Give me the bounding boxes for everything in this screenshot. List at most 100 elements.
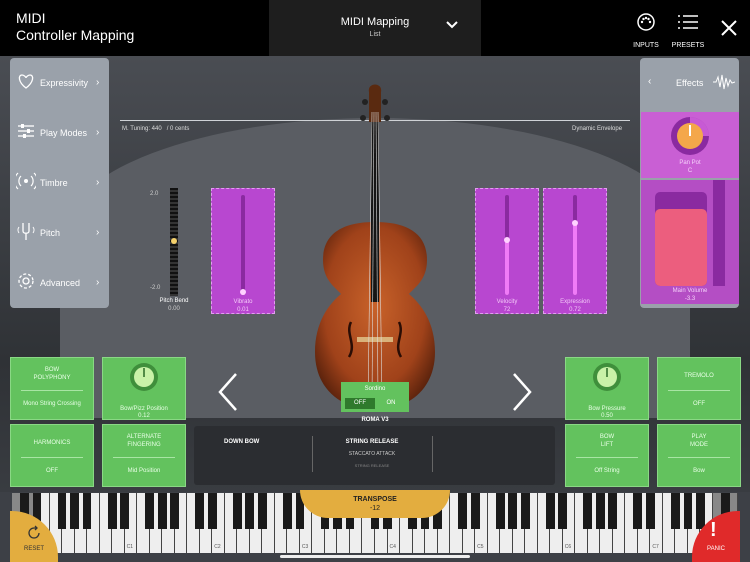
presets-button[interactable]: PRESETS bbox=[668, 12, 708, 49]
black-key[interactable] bbox=[645, 493, 655, 529]
sidebar-item-label: Expressivity bbox=[40, 78, 89, 88]
black-key[interactable] bbox=[70, 493, 79, 529]
sidebar-item-play-modes[interactable]: Play Modes › bbox=[10, 108, 109, 158]
chevron-left-icon[interactable] bbox=[216, 372, 240, 412]
master-tuning[interactable]: M. Tuning: 440 / 0 cents bbox=[122, 126, 189, 132]
black-key[interactable] bbox=[170, 493, 180, 529]
black-key[interactable] bbox=[495, 493, 505, 529]
sordino-off-option[interactable]: OFF bbox=[345, 398, 375, 409]
bow-polyphony-button[interactable]: BOW POLYPHONY Mono String Crossing bbox=[10, 357, 94, 420]
black-key[interactable] bbox=[57, 493, 67, 529]
staccato-attack-option[interactable]: STACCATO ATTACK bbox=[312, 451, 432, 457]
bow-pizz-position-control[interactable]: Bow/Pizz Position 0.12 bbox=[102, 357, 186, 420]
chevron-left-icon[interactable]: ‹ bbox=[648, 76, 651, 87]
bow-pressure-control[interactable]: Bow Pressure 0.50 bbox=[565, 357, 649, 420]
tuning-value: M. Tuning: 440 bbox=[122, 126, 162, 132]
preset-name[interactable]: ROMA V3 bbox=[341, 417, 409, 423]
expression-fader[interactable]: Expression 0.72 bbox=[543, 188, 607, 314]
button-title: TREMOLO bbox=[684, 373, 714, 379]
button-title: BOW LIFT bbox=[599, 434, 615, 448]
vibrato-fader[interactable]: Vibrato 0.01 bbox=[211, 188, 275, 314]
bow-pizz-knob[interactable] bbox=[129, 362, 159, 392]
string-release-small-option[interactable]: STRING RELEASE bbox=[312, 463, 432, 468]
pitch-bend-bottom: -2.0 bbox=[150, 285, 161, 291]
black-key[interactable] bbox=[583, 493, 593, 529]
sidebar-item-advanced[interactable]: Advanced › bbox=[10, 258, 109, 308]
black-key[interactable] bbox=[633, 493, 643, 529]
black-key[interactable] bbox=[232, 493, 242, 529]
play-mode-button[interactable]: PLAY MODE Bow bbox=[657, 424, 741, 487]
black-key[interactable] bbox=[120, 493, 130, 529]
black-key[interactable] bbox=[257, 493, 267, 529]
sidebar-item-label: Play Modes bbox=[40, 128, 88, 138]
sliders-icon bbox=[18, 124, 34, 138]
midi-port-icon bbox=[637, 13, 655, 31]
black-key[interactable] bbox=[545, 493, 555, 529]
black-key[interactable] bbox=[520, 493, 530, 529]
main-volume-control[interactable]: Main Volume -3.3 bbox=[641, 180, 739, 304]
black-key[interactable] bbox=[195, 493, 205, 529]
chevron-right-icon[interactable] bbox=[510, 372, 534, 412]
black-key[interactable] bbox=[207, 493, 217, 529]
pitch-bend-value: 0.00 bbox=[168, 306, 180, 312]
black-key[interactable] bbox=[245, 493, 255, 529]
black-key[interactable] bbox=[107, 493, 117, 529]
sordino-on-option[interactable]: ON bbox=[377, 398, 405, 409]
chevron-right-icon: › bbox=[96, 227, 100, 238]
tremolo-button[interactable]: TREMOLO OFF bbox=[657, 357, 741, 420]
dynamic-envelope-label[interactable]: Dynamic Envelope bbox=[572, 126, 622, 132]
sidebar-item-pitch[interactable]: Pitch › bbox=[10, 208, 109, 258]
inputs-button[interactable]: INPUTS bbox=[626, 12, 666, 49]
panic-label: PANIC bbox=[707, 546, 725, 552]
pitch-bend-top: 2.0 bbox=[150, 191, 159, 197]
sidebar-item-expressivity[interactable]: Expressivity › bbox=[10, 58, 109, 108]
button-title: PLAY MODE bbox=[690, 434, 708, 448]
fader-label: Velocity bbox=[496, 299, 518, 305]
bow-pressure-knob[interactable] bbox=[592, 362, 622, 392]
pitch-bend-knob[interactable] bbox=[171, 238, 177, 244]
fader-knob[interactable] bbox=[572, 220, 578, 226]
string-release-option[interactable]: STRING RELEASE bbox=[312, 439, 432, 445]
octave-label: C7 bbox=[652, 544, 659, 550]
black-key[interactable] bbox=[470, 493, 480, 529]
app-title-line1: MIDI bbox=[16, 10, 46, 26]
mapping-selector[interactable]: MIDI Mapping List bbox=[269, 0, 481, 56]
button-value: Bow bbox=[693, 468, 705, 474]
tuning-fork-icon bbox=[17, 223, 35, 240]
black-key[interactable] bbox=[696, 493, 705, 529]
black-key[interactable] bbox=[671, 493, 680, 529]
sordino-toggle[interactable]: Sordino OFF ON bbox=[341, 382, 409, 412]
velocity-fader[interactable]: Velocity 72 bbox=[475, 188, 539, 314]
black-key[interactable] bbox=[157, 493, 167, 529]
sidebar-item-label: Advanced bbox=[40, 278, 81, 288]
down-bow-option[interactable]: DOWN BOW bbox=[224, 439, 259, 445]
octave-label: C2 bbox=[214, 544, 221, 550]
presets-label: PRESETS bbox=[671, 42, 705, 49]
fader-knob[interactable] bbox=[504, 237, 510, 243]
main-volume-label: Main Volume bbox=[672, 288, 708, 294]
black-key[interactable] bbox=[595, 493, 605, 529]
cello-image bbox=[315, 84, 435, 410]
alternate-fingering-button[interactable]: ALTERNATE FINGERING Mid Position bbox=[102, 424, 186, 487]
black-key[interactable] bbox=[282, 493, 292, 529]
black-key[interactable] bbox=[558, 493, 568, 529]
transpose-control[interactable]: TRANSPOSE -12 bbox=[300, 490, 450, 518]
reset-icon bbox=[28, 525, 40, 539]
pan-pot-knob[interactable] bbox=[670, 116, 710, 156]
button-value: Off String bbox=[594, 468, 620, 474]
black-key[interactable] bbox=[683, 493, 693, 529]
black-key[interactable] bbox=[458, 493, 467, 529]
divider bbox=[432, 436, 433, 472]
harmonics-button[interactable]: HARMONICS OFF bbox=[10, 424, 94, 487]
pan-pot-control[interactable]: Pan Pot C bbox=[641, 112, 739, 178]
black-key[interactable] bbox=[608, 493, 618, 529]
sidebar-item-timbre[interactable]: Timbre › bbox=[10, 158, 109, 208]
close-icon[interactable] bbox=[720, 19, 738, 37]
sidebar: Expressivity › Play Modes › Timbre › Pitch ›… bbox=[10, 58, 109, 308]
bow-lift-button[interactable]: BOW LIFT Off String bbox=[565, 424, 649, 487]
sidebar-item-label: Pitch bbox=[40, 228, 61, 238]
black-key[interactable] bbox=[508, 493, 518, 529]
black-key[interactable] bbox=[82, 493, 92, 529]
black-key[interactable] bbox=[145, 493, 155, 529]
fader-knob[interactable] bbox=[240, 289, 246, 295]
